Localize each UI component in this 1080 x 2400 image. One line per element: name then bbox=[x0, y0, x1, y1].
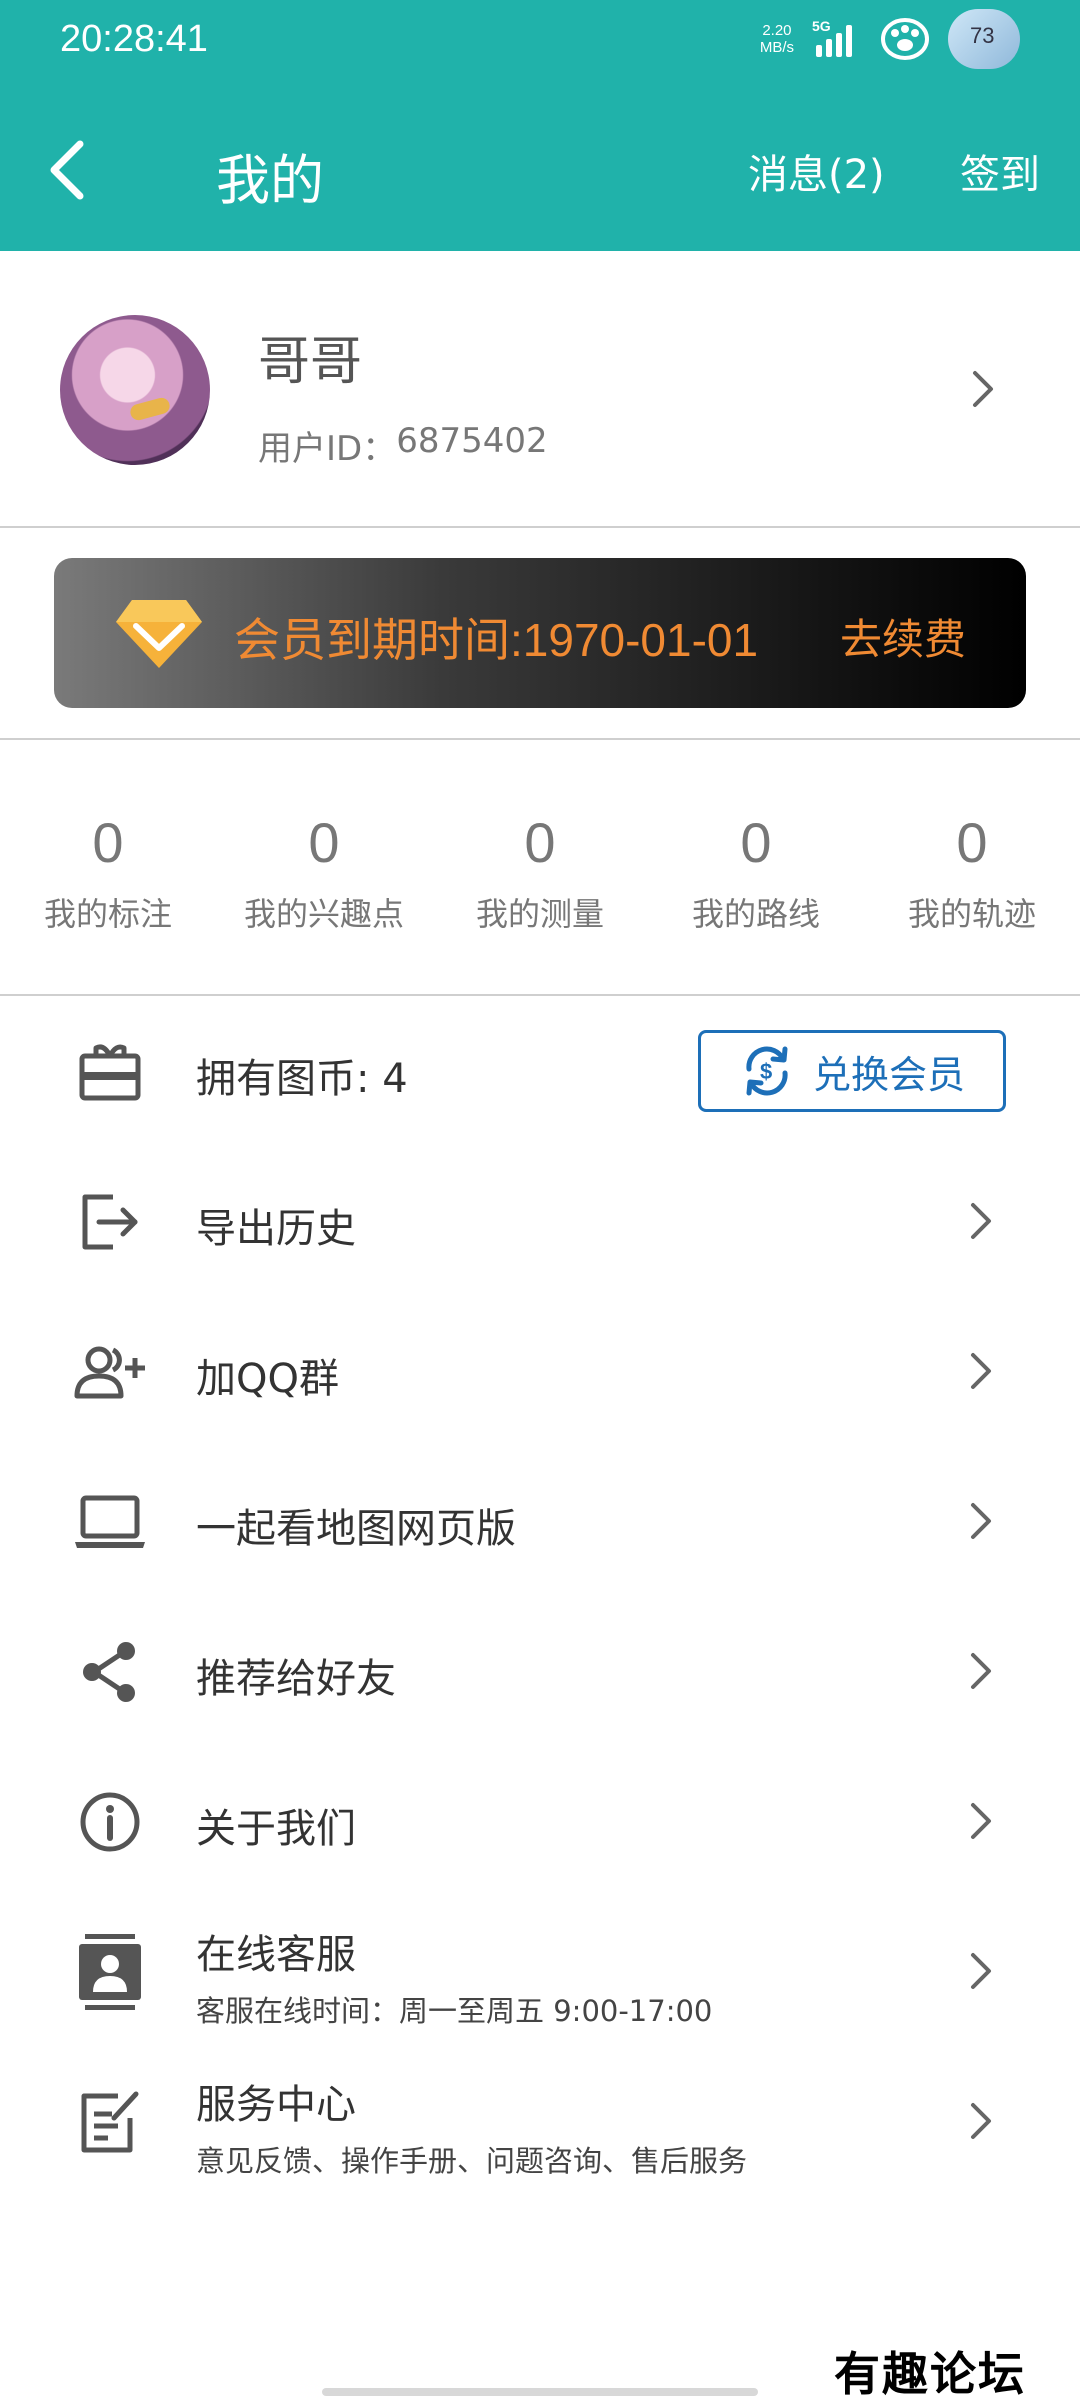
stat-label: 我的标注 bbox=[43, 895, 172, 933]
stat-value: 0 bbox=[740, 811, 772, 874]
menu-label: 关于我们 bbox=[196, 1806, 356, 1852]
chevron-right-icon bbox=[966, 1351, 996, 1391]
profile-card[interactable]: 哥哥 用户ID： 6875402 bbox=[0, 251, 1080, 528]
exchange-label: 兑换会员 bbox=[812, 1052, 965, 1097]
stat-label: 我的轨迹 bbox=[907, 895, 1036, 933]
signin-link[interactable]: 签到 bbox=[960, 142, 1040, 200]
stat-value: 0 bbox=[92, 811, 124, 874]
chevron-right-icon bbox=[966, 1951, 996, 1991]
user-id: 用户ID： 6875402 bbox=[258, 421, 548, 470]
chevron-right-icon bbox=[966, 1801, 996, 1841]
info-icon bbox=[70, 1782, 150, 1862]
menu-label: 加QQ群 bbox=[196, 1356, 339, 1402]
status-time: 20:28:41 bbox=[60, 18, 208, 60]
exchange-membership-button[interactable]: $ 兑换会员 bbox=[698, 1030, 1006, 1112]
menu-label: 一起看地图网页版 bbox=[196, 1506, 516, 1552]
status-avatar: 73 bbox=[948, 9, 1020, 69]
chevron-left-icon bbox=[50, 140, 84, 200]
stat-value: 0 bbox=[524, 811, 556, 874]
menu-export-history[interactable]: 导出历史 bbox=[0, 1146, 1080, 1296]
stat-label: 我的测量 bbox=[475, 895, 604, 933]
messages-link[interactable]: 消息(2) bbox=[748, 142, 885, 200]
renew-button[interactable]: 去续费 bbox=[840, 606, 966, 667]
stat-routes[interactable]: 0 我的路线 bbox=[648, 740, 864, 994]
net-speed-value: 2.20 bbox=[762, 22, 792, 39]
share-icon bbox=[70, 1632, 150, 1712]
menu-label: 推荐给好友 bbox=[196, 1656, 396, 1702]
stat-poi[interactable]: 0 我的兴趣点 bbox=[216, 740, 432, 994]
menu-label: 导出历史 bbox=[196, 1206, 356, 1252]
status-avatar-badge: 73 bbox=[970, 23, 995, 48]
username: 哥哥 bbox=[258, 332, 363, 392]
feedback-icon bbox=[70, 2082, 150, 2162]
svg-text:$: $ bbox=[760, 1059, 772, 1084]
back-button[interactable] bbox=[36, 130, 96, 210]
user-id-label: 用户ID： bbox=[258, 429, 397, 469]
stat-label: 我的路线 bbox=[691, 895, 820, 933]
laptop-icon bbox=[70, 1482, 150, 1562]
menu-sublabel: 客服在线时间：周一至周五 9:00-17:00 bbox=[196, 1994, 713, 2028]
chevron-right-icon bbox=[966, 2101, 996, 2141]
stat-label: 我的兴趣点 bbox=[243, 895, 404, 933]
exchange-icon: $ bbox=[746, 1046, 788, 1096]
menu-sublabel: 意见反馈、操作手册、问题咨询、售后服务 bbox=[196, 2144, 748, 2178]
membership-banner[interactable]: 会员到期时间:1970-01-01 去续费 bbox=[54, 558, 1026, 708]
watermark: 有趣论坛 bbox=[834, 2347, 1026, 2400]
menu-label: 在线客服 bbox=[196, 1932, 356, 1978]
signal-5g-icon: 5G bbox=[812, 17, 862, 61]
chevron-right-icon bbox=[968, 369, 998, 409]
menu-add-qq-group[interactable]: 加QQ群 bbox=[0, 1296, 1080, 1446]
chevron-right-icon bbox=[966, 1501, 996, 1541]
menu-service-center[interactable]: 服务中心 意见反馈、操作手册、问题咨询、售后服务 bbox=[0, 2046, 1080, 2196]
stat-value: 0 bbox=[956, 811, 988, 874]
menu-label: 服务中心 bbox=[196, 2082, 356, 2128]
stat-annotations[interactable]: 0 我的标注 bbox=[0, 740, 216, 994]
network-speed: 2.20 MB/s bbox=[760, 22, 794, 56]
menu-web-version[interactable]: 一起看地图网页版 bbox=[0, 1446, 1080, 1596]
paw-icon bbox=[880, 17, 930, 61]
signal-label: 5G bbox=[812, 18, 831, 34]
stat-value: 0 bbox=[308, 811, 340, 874]
app-header: 20:28:41 2.20 MB/s 5G 73 我的 消息(2) 签到 bbox=[0, 0, 1080, 251]
net-speed-unit: MB/s bbox=[759, 39, 794, 56]
stat-tracks[interactable]: 0 我的轨迹 bbox=[864, 740, 1080, 994]
diamond-icon bbox=[114, 596, 204, 674]
stat-measurements[interactable]: 0 我的测量 bbox=[432, 740, 648, 994]
stats-row: 0 我的标注 0 我的兴趣点 0 我的测量 0 我的路线 0 我的轨迹 bbox=[0, 740, 1080, 994]
chevron-right-icon bbox=[966, 1651, 996, 1691]
user-id-value: 6875402 bbox=[396, 421, 548, 461]
avatar[interactable] bbox=[60, 315, 210, 465]
menu-online-support[interactable]: 在线客服 客服在线时间：周一至周五 9:00-17:00 bbox=[0, 1896, 1080, 2046]
export-icon bbox=[70, 1182, 150, 1262]
home-indicator[interactable] bbox=[322, 2388, 758, 2396]
status-icons: 2.20 MB/s 5G 73 bbox=[760, 9, 1020, 69]
menu-about-us[interactable]: 关于我们 bbox=[0, 1746, 1080, 1896]
membership-expiry: 会员到期时间:1970-01-01 bbox=[234, 614, 759, 666]
chevron-right-icon bbox=[966, 1201, 996, 1241]
page-title: 我的 bbox=[216, 149, 324, 212]
add-group-icon bbox=[70, 1332, 150, 1412]
contact-card-icon bbox=[70, 1932, 150, 2012]
gift-card-icon bbox=[70, 1032, 150, 1112]
coins-label: 拥有图币: 4 bbox=[196, 1056, 408, 1102]
menu-share[interactable]: 推荐给好友 bbox=[0, 1596, 1080, 1746]
